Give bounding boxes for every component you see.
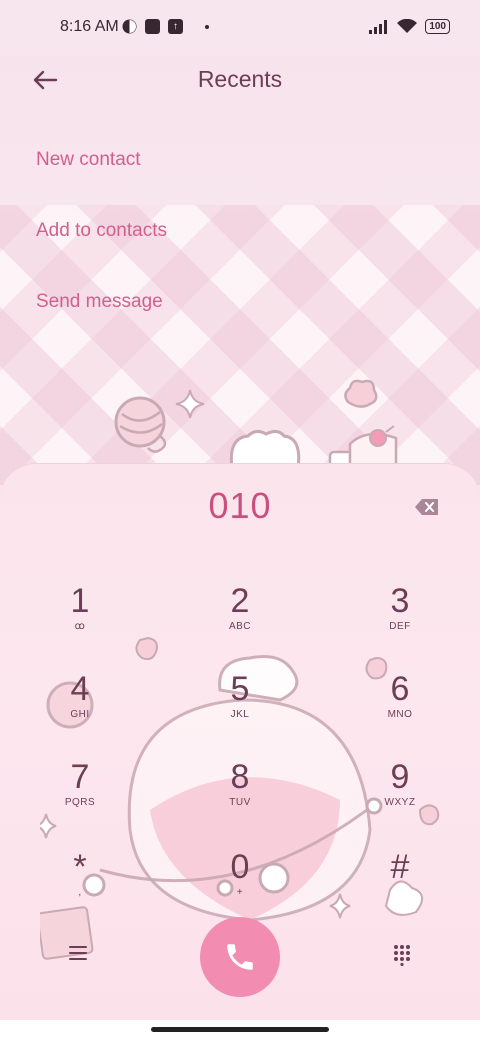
notification-square-icon <box>145 19 160 34</box>
key-5[interactable]: 5 JKL <box>180 671 300 751</box>
dialed-number: 010 <box>208 485 272 526</box>
notification-app-icon <box>122 19 137 34</box>
key-digit: 8 <box>230 758 250 796</box>
yarn-ball-illustration <box>114 396 167 453</box>
key-digit: 5 <box>230 670 250 708</box>
key-2[interactable]: 2 ABC <box>180 583 300 663</box>
status-notification-icons: ↑ <box>122 19 209 34</box>
cloud-puff-illustration <box>344 379 378 408</box>
key-digit: 6 <box>390 670 410 708</box>
cat-head-illustration <box>229 429 301 468</box>
call-button[interactable] <box>200 917 280 997</box>
key-1[interactable]: 1 ꝏ <box>20 583 140 663</box>
key-6[interactable]: 6 MNO <box>340 671 460 751</box>
key-3[interactable]: 3 DEF <box>340 583 460 663</box>
dialpad-icon[interactable] <box>392 944 412 966</box>
new-contact-option[interactable]: New contact <box>36 149 141 171</box>
cake-illustration <box>328 425 398 468</box>
status-time: 8:16 AM <box>60 18 119 35</box>
key-4[interactable]: 4 GHI <box>20 671 140 751</box>
sparkle-illustration <box>175 389 205 419</box>
key-8[interactable]: 8 TUV <box>180 759 300 839</box>
key-digit: * <box>73 848 87 886</box>
key-letters: GHI <box>70 709 90 720</box>
key-hash[interactable]: # <box>340 849 460 929</box>
home-gesture-handle[interactable] <box>151 1027 329 1032</box>
wifi-icon <box>397 19 418 33</box>
key-letters: + <box>236 887 244 898</box>
key-letters: PQRS <box>64 797 96 808</box>
upload-icon: ↑ <box>168 19 183 34</box>
status-system-icons: 100 <box>369 19 450 34</box>
key-letters: DEF <box>389 621 411 632</box>
key-star[interactable]: * , <box>20 849 140 929</box>
page-title: Recents <box>197 66 283 92</box>
signal-icon <box>369 19 388 34</box>
key-letters: WXYZ <box>384 797 416 808</box>
battery-icon: 100 <box>425 19 450 34</box>
key-letters: ABC <box>228 621 252 632</box>
key-digit: 7 <box>70 758 90 796</box>
phone-icon <box>227 944 253 970</box>
key-digit: 2 <box>230 582 250 620</box>
key-letters: TUV <box>229 797 251 808</box>
key-letters: MNO <box>387 709 413 720</box>
key-digit: 3 <box>390 582 410 620</box>
key-9[interactable]: 9 WXYZ <box>340 759 460 839</box>
backspace-icon[interactable] <box>414 497 440 517</box>
voicemail-icon: ꝏ <box>74 621 86 632</box>
key-letters: , <box>78 887 82 898</box>
key-digit: 4 <box>70 670 90 708</box>
key-7[interactable]: 7 PQRS <box>20 759 140 839</box>
send-message-option[interactable]: Send message <box>36 291 163 313</box>
menu-icon[interactable] <box>68 944 88 962</box>
key-letters: JKL <box>230 709 250 720</box>
key-digit: 0 <box>230 848 250 886</box>
more-notifications-dot <box>205 24 209 29</box>
key-digit: 1 <box>70 582 90 620</box>
key-digit: 9 <box>390 758 410 796</box>
add-to-contacts-option[interactable]: Add to contacts <box>36 220 167 242</box>
status-bar: 8:16 AM ↑ 100 <box>0 0 480 56</box>
key-digit: # <box>390 848 410 886</box>
